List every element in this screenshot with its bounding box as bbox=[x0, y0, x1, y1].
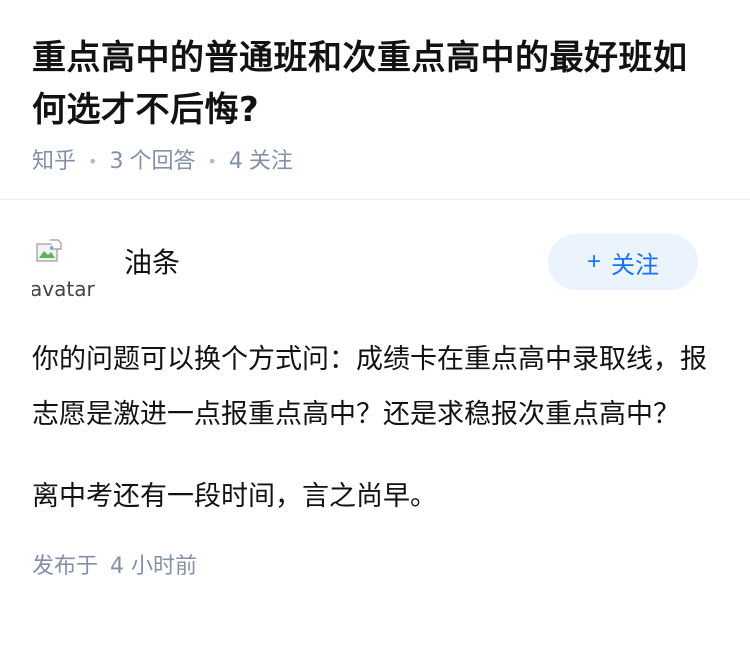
answer-paragraph: 你的问题可以换个方式问：成绩卡在重点高中录取线，报志愿是激进一点报重点高中？还是… bbox=[32, 344, 707, 430]
answer-count: 3 bbox=[109, 149, 124, 174]
follower-count: 4 bbox=[228, 149, 243, 174]
answer-time: 发布于 4 小时前 bbox=[32, 551, 718, 583]
meta-separator: • bbox=[207, 152, 217, 171]
answer-paragraph: 离中考还有一段时间，言之尚早。 bbox=[32, 481, 437, 512]
answer-card: avatar 油条 + 关注 你的问题可以换个方式问：成绩卡在重点高中录取线，报… bbox=[0, 200, 750, 583]
question-header: 重点高中的普通班和次重点高中的最好班如何选才不后悔? 知乎 • 3 个回答 • … bbox=[0, 0, 750, 200]
author-row: avatar 油条 + 关注 bbox=[32, 234, 718, 301]
follow-button-label: 关注 bbox=[611, 251, 659, 279]
question-meta: 知乎 • 3 个回答 • 4 关注 bbox=[32, 146, 718, 178]
answer-count-label: 个回答 bbox=[129, 149, 196, 174]
source-label[interactable]: 知乎 bbox=[32, 146, 76, 178]
follow-button[interactable]: + 关注 bbox=[548, 234, 698, 290]
question-title[interactable]: 重点高中的普通班和次重点高中的最好班如何选才不后悔? bbox=[32, 32, 718, 136]
avatar-alt-text: avatar bbox=[32, 277, 95, 301]
follower-count-label: 关注 bbox=[248, 149, 293, 174]
meta-separator: • bbox=[88, 152, 98, 171]
avatar[interactable]: avatar bbox=[32, 235, 98, 301]
author-name[interactable]: 油条 bbox=[124, 245, 180, 281]
time-prefix: 发布于 bbox=[32, 554, 99, 579]
plus-icon: + bbox=[586, 248, 601, 275]
time-value: 4 小时前 bbox=[110, 554, 198, 579]
answer-body: 你的问题可以换个方式问：成绩卡在重点高中录取线，报志愿是激进一点报重点高中？还是… bbox=[32, 332, 718, 524]
broken-image-icon bbox=[36, 239, 62, 262]
